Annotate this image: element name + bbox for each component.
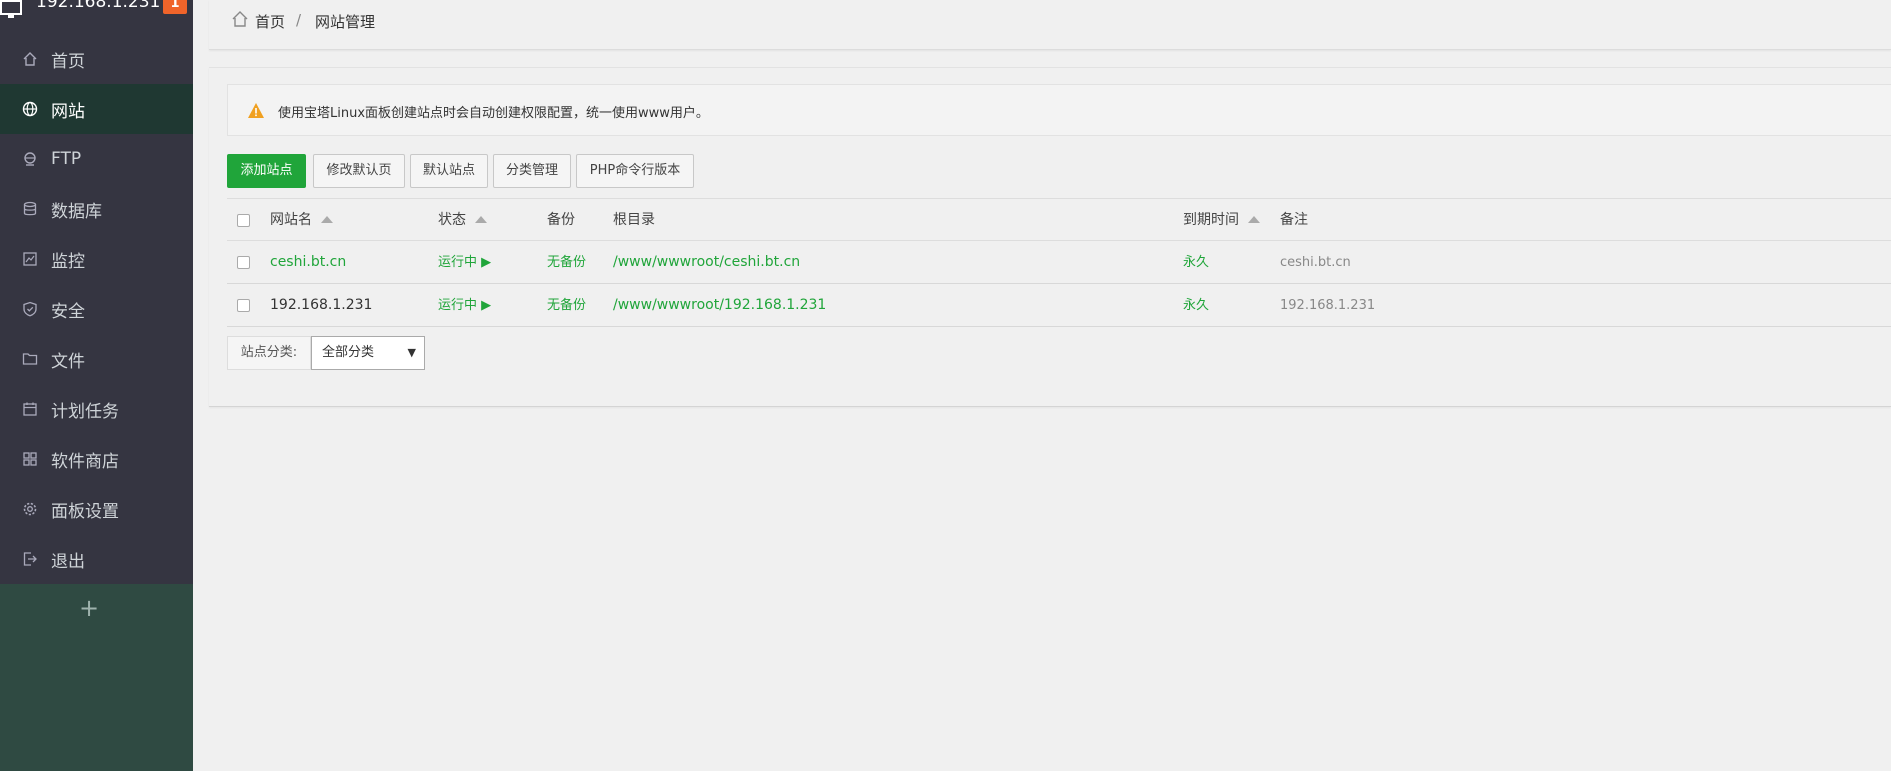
sidebar-item-label: 软件商店 bbox=[51, 451, 119, 472]
status-toggle[interactable]: 运行中 ▶ bbox=[438, 241, 491, 284]
breadcrumb-home-link[interactable]: 首页 bbox=[255, 11, 285, 32]
server-ip: 192.168.1.231 bbox=[36, 0, 161, 12]
calendar-icon bbox=[23, 402, 37, 416]
add-site-button[interactable]: 添加站点 bbox=[227, 154, 306, 188]
remark-field[interactable]: ceshi.bt.cn bbox=[1280, 241, 1351, 284]
breadcrumb-separator: / bbox=[296, 11, 302, 29]
table-row: 192.168.1.231 运行中 ▶ 无备份 /www/wwwroot/192… bbox=[227, 284, 1891, 327]
category-label: 站点分类: bbox=[227, 336, 311, 370]
sidebar-item-label: FTP bbox=[51, 149, 82, 169]
header-label: 状态 bbox=[438, 212, 466, 228]
monitor-icon bbox=[23, 252, 37, 266]
select-all-checkbox[interactable] bbox=[237, 214, 250, 227]
gear-icon bbox=[23, 502, 37, 516]
sidebar-item-label: 首页 bbox=[51, 51, 85, 72]
site-name-link[interactable]: 192.168.1.231 bbox=[270, 284, 372, 327]
sidebar: 192.168.1.231 1 首页 网站 FTP 数据库 监控 安全 文件 计… bbox=[0, 0, 193, 771]
sidebar-item-label: 监控 bbox=[51, 251, 85, 272]
ftp-icon bbox=[24, 152, 36, 166]
folder-icon bbox=[22, 353, 38, 365]
sort-up-icon bbox=[321, 216, 333, 223]
expire-link[interactable]: 永久 bbox=[1183, 241, 1209, 284]
sidebar-item-settings[interactable]: 面板设置 bbox=[0, 484, 193, 534]
breadcrumb-current: 网站管理 bbox=[315, 13, 376, 31]
edit-default-page-button[interactable]: 修改默认页 bbox=[313, 154, 405, 188]
header-root-dir: 根目录 bbox=[613, 212, 655, 228]
shield-icon bbox=[23, 301, 37, 317]
home-icon bbox=[232, 11, 248, 27]
php-cli-version-button[interactable]: PHP命令行版本 bbox=[576, 154, 694, 188]
add-shortcut-button[interactable]: + bbox=[79, 594, 99, 622]
database-icon bbox=[23, 201, 37, 216]
sidebar-item-label: 退出 bbox=[51, 551, 85, 572]
header-label: 网站名 bbox=[270, 212, 312, 228]
sidebar-item-store[interactable]: 软件商店 bbox=[0, 434, 193, 484]
site-management-panel: 使用宝塔Linux面板创建站点时会自动创建权限配置，统一使用www用户。 添加站… bbox=[209, 67, 1891, 407]
header-backup: 备份 bbox=[547, 212, 575, 228]
sidebar-item-label: 安全 bbox=[51, 301, 85, 322]
sidebar-item-monitor[interactable]: 监控 bbox=[0, 234, 193, 284]
status-toggle[interactable]: 运行中 ▶ bbox=[438, 284, 491, 327]
backup-link[interactable]: 无备份 bbox=[547, 284, 586, 327]
sidebar-item-label: 文件 bbox=[51, 351, 85, 372]
grid-icon bbox=[23, 452, 37, 466]
chevron-down-icon: ▼ bbox=[407, 346, 416, 359]
row-checkbox[interactable] bbox=[237, 299, 250, 312]
remark-field[interactable]: 192.168.1.231 bbox=[1280, 284, 1375, 327]
root-dir-link[interactable]: /www/wwwroot/192.168.1.231 bbox=[613, 284, 826, 327]
sidebar-item-logout[interactable]: 退出 bbox=[0, 534, 193, 584]
default-site-button[interactable]: 默认站点 bbox=[410, 154, 488, 188]
notification-badge[interactable]: 1 bbox=[163, 0, 187, 14]
sidebar-item-website[interactable]: 网站 bbox=[0, 84, 193, 134]
info-alert: 使用宝塔Linux面板创建站点时会自动创建权限配置，统一使用www用户。 bbox=[227, 84, 1891, 136]
logout-icon bbox=[23, 552, 37, 566]
sidebar-header: 192.168.1.231 1 bbox=[0, 0, 193, 34]
header-remark: 备注 bbox=[1280, 212, 1308, 228]
globe-icon bbox=[22, 101, 38, 117]
table-row: ceshi.bt.cn 运行中 ▶ 无备份 /www/wwwroot/ceshi… bbox=[227, 241, 1891, 284]
sort-up-icon bbox=[475, 216, 487, 223]
sidebar-item-ftp[interactable]: FTP bbox=[0, 134, 193, 184]
category-selected-value: 全部分类 bbox=[322, 345, 375, 360]
row-checkbox[interactable] bbox=[237, 256, 250, 269]
site-name-link[interactable]: ceshi.bt.cn bbox=[270, 241, 346, 284]
home-icon bbox=[23, 52, 37, 66]
sort-up-icon bbox=[1248, 216, 1260, 223]
breadcrumb: 首页 / 网站管理 bbox=[209, 0, 1891, 50]
alert-text: 使用宝塔Linux面板创建站点时会自动创建权限配置，统一使用www用户。 bbox=[278, 106, 709, 121]
header-site-name[interactable]: 网站名 bbox=[270, 199, 333, 242]
header-status[interactable]: 状态 bbox=[438, 199, 487, 242]
expire-link[interactable]: 永久 bbox=[1183, 284, 1209, 327]
category-select[interactable]: 全部分类 ▼ bbox=[311, 336, 425, 370]
header-label: 到期时间 bbox=[1183, 212, 1239, 228]
sidebar-menu: 首页 网站 FTP 数据库 监控 安全 文件 计划任务 软件商店 面板设置 退出 bbox=[0, 34, 193, 584]
sidebar-item-cron[interactable]: 计划任务 bbox=[0, 384, 193, 434]
header-expire[interactable]: 到期时间 bbox=[1183, 199, 1260, 242]
sidebar-item-database[interactable]: 数据库 bbox=[0, 184, 193, 234]
sidebar-item-files[interactable]: 文件 bbox=[0, 334, 193, 384]
sidebar-item-label: 数据库 bbox=[51, 201, 102, 222]
table-header: 网站名 状态 备份 根目录 到期时间 备注 bbox=[227, 198, 1891, 241]
sidebar-item-label: 面板设置 bbox=[51, 501, 119, 522]
sidebar-item-label: 计划任务 bbox=[51, 401, 119, 422]
monitor-icon bbox=[0, 0, 22, 18]
warning-icon bbox=[248, 103, 264, 118]
backup-link[interactable]: 无备份 bbox=[547, 241, 586, 284]
sidebar-item-security[interactable]: 安全 bbox=[0, 284, 193, 334]
root-dir-link[interactable]: /www/wwwroot/ceshi.bt.cn bbox=[613, 241, 800, 284]
sidebar-item-label: 网站 bbox=[51, 101, 85, 122]
sidebar-item-home[interactable]: 首页 bbox=[0, 34, 193, 84]
category-manage-button[interactable]: 分类管理 bbox=[493, 154, 571, 188]
